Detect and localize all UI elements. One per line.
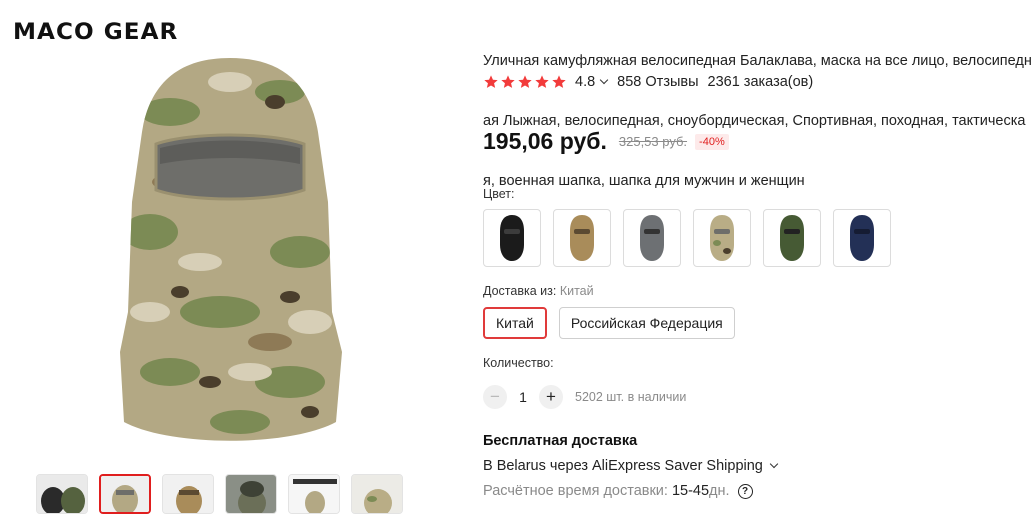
product-title: Уличная камуфляжная велосипедная Балакла… (483, 11, 1036, 211)
color-option-black[interactable] (483, 209, 541, 267)
color-option-khaki[interactable] (553, 209, 611, 267)
star-icon (518, 75, 532, 88)
ship-from-china-button[interactable]: Китай (483, 307, 547, 339)
ship-from-options: Китай Российская Федерация (483, 307, 735, 339)
ship-from-title: Доставка из: (483, 284, 557, 298)
thumbnail-4[interactable] (225, 474, 277, 514)
product-title-line-3: я, военная шапка, шапка для мужчин и жен… (483, 173, 805, 189)
ship-from-label: Доставка из: Китай (483, 284, 594, 298)
star-icon (484, 75, 498, 88)
balaclava-gray-icon (640, 215, 664, 261)
thumbnail-5[interactable] (288, 474, 340, 514)
star-icon (501, 75, 515, 88)
delivery-time-label: Расчётное время доставки: (483, 483, 668, 499)
star-rating (483, 74, 567, 90)
color-swatches (483, 209, 891, 267)
increase-quantity-button[interactable]: + (539, 385, 563, 409)
decrease-quantity-button[interactable]: − (483, 385, 507, 409)
color-option-navy[interactable] (833, 209, 891, 267)
delivery-time: Расчётное время доставки: 15-45 дн. ? (483, 483, 753, 499)
product-main-image[interactable] (110, 52, 350, 452)
star-icon (535, 75, 549, 88)
balaclava-black-icon (500, 215, 524, 261)
current-price: 195,06 руб. (483, 128, 607, 154)
thumbnail-2[interactable] (99, 474, 151, 514)
thumbnail-1[interactable] (36, 474, 88, 514)
star-icon (552, 75, 566, 88)
old-price: 325,53 руб. (618, 134, 688, 149)
color-option-gray[interactable] (623, 209, 681, 267)
quantity-stepper: − 1 + 5202 шт. в наличии (483, 385, 686, 409)
product-title-line-1: Уличная камуфляжная велосипедная Балакла… (483, 53, 1032, 69)
balaclava-navy-icon (850, 215, 874, 261)
thumbnail-3[interactable] (162, 474, 214, 514)
orders-count: 2361 заказа(ов) (707, 74, 814, 90)
balaclava-khaki-icon (570, 215, 594, 261)
price-row: 195,06 руб. 325,53 руб. -40% (483, 128, 729, 155)
help-icon[interactable]: ? (737, 483, 753, 499)
quantity-value[interactable]: 1 (507, 389, 539, 405)
thumbnail-strip (36, 474, 403, 514)
chevron-down-icon[interactable] (599, 75, 609, 85)
rating-value[interactable]: 4.8 (575, 74, 595, 90)
stock-count: 5202 шт. в наличии (575, 390, 687, 404)
delivery-time-value: 15-45 (671, 483, 710, 499)
reviews-count[interactable]: 858 Отзывы (617, 74, 698, 90)
rating-row: 4.8 858 Отзывы 2361 заказа(ов) (483, 74, 813, 90)
shipping-method[interactable]: В Belarus через AliExpress Saver Shippin… (483, 458, 779, 474)
balaclava-camo-icon (710, 215, 734, 261)
quantity-label: Количество: (483, 356, 554, 370)
brand-logo: MACO GEAR (13, 20, 179, 45)
balaclava-green-icon (780, 215, 804, 261)
color-option-green[interactable] (763, 209, 821, 267)
discount-badge: -40% (695, 133, 729, 150)
free-shipping-title: Бесплатная доставка (483, 433, 638, 449)
shipping-method-label[interactable]: В Belarus через AliExpress Saver Shippin… (483, 458, 763, 474)
thumbnail-6[interactable] (351, 474, 403, 514)
ship-from-value: Китай (559, 284, 594, 298)
color-label: Цвет: (483, 187, 515, 201)
delivery-time-unit: дн. (709, 483, 730, 499)
color-option-camo[interactable] (693, 209, 751, 267)
ship-from-russia-button[interactable]: Российская Федерация (558, 307, 735, 339)
chevron-down-icon[interactable] (769, 459, 779, 469)
